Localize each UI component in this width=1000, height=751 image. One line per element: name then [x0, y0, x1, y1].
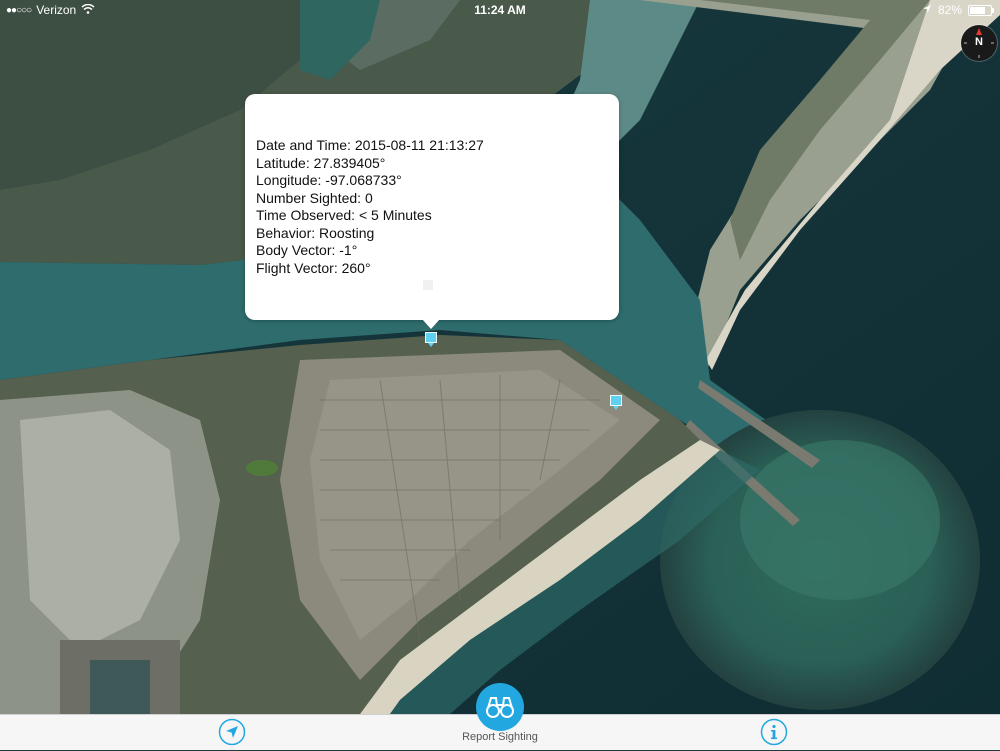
location-arrow-icon: [922, 3, 932, 17]
binoculars-icon: [486, 697, 514, 718]
callout-tail: [422, 319, 440, 329]
info-button[interactable]: [760, 718, 788, 746]
report-sighting-button[interactable]: [476, 683, 524, 731]
status-time: 11:24 AM: [474, 3, 526, 17]
compass-icon[interactable]: N: [961, 25, 997, 61]
sighting-detail-line: Latitude: 27.839405°: [256, 154, 386, 171]
status-bar: ●●○○○ Verizon 11:24 AM 82%: [0, 0, 1000, 20]
location-arrow-icon: [218, 718, 246, 746]
compass-north-label: N: [975, 36, 983, 48]
battery-percent: 82%: [937, 3, 962, 17]
sighting-detail-line: Flight Vector: 260°: [256, 259, 371, 276]
sighting-detail-line: Date and Time: 2015-08-11 21:13:27: [256, 137, 484, 153]
sighting-flag-icon: [425, 332, 437, 343]
report-sighting-label[interactable]: Report Sighting: [440, 731, 560, 743]
sighting-detail-line: Time Observed: < 5 Minutes: [256, 207, 432, 223]
battery-icon: [968, 4, 994, 16]
info-icon: [760, 718, 788, 746]
callout-anchor-marker: [423, 280, 433, 290]
sighting-detail-line: Longitude: -97.068733°: [256, 172, 402, 188]
sighting-callout[interactable]: Date and Time: 2015-08-11 21:13:27 Latitu…: [245, 94, 619, 329]
sighting-pin[interactable]: [610, 395, 622, 410]
sighting-detail-line: Body Vector: -1°: [256, 242, 358, 258]
status-right: 82%: [922, 3, 994, 17]
tab-bar: Report Sighting: [0, 683, 1000, 750]
sighting-detail-line: Behavior: Roosting: [256, 224, 375, 241]
sighting-flag-icon: [610, 395, 622, 406]
locate-me-button[interactable]: [218, 718, 246, 746]
sighting-detail-line: Number Sighted: 0: [256, 189, 373, 206]
sighting-pin-selected[interactable]: [425, 332, 437, 347]
sighting-details: Date and Time: 2015-08-11 21:13:27 Latitu…: [256, 137, 484, 277]
battery-level: [970, 6, 985, 14]
